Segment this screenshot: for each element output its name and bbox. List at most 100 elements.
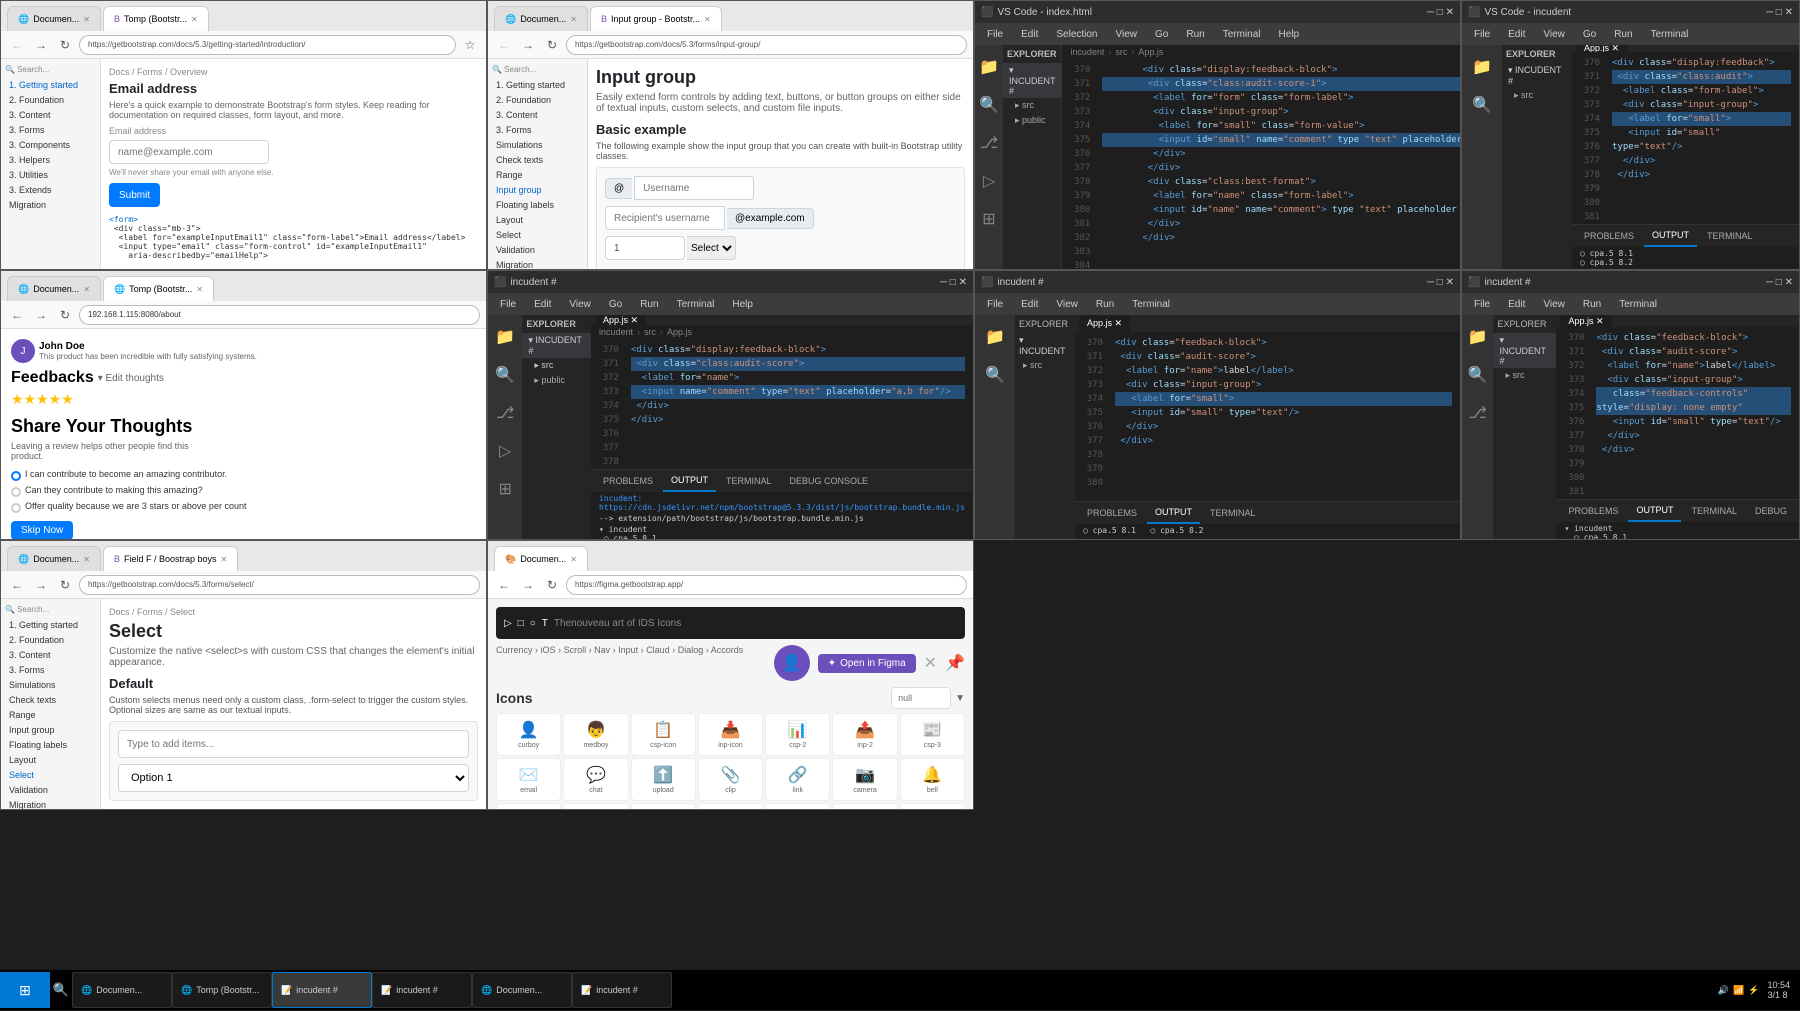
src-folder-2[interactable]: ▸ src [1502, 88, 1572, 103]
figma-tool-4[interactable]: T [542, 618, 548, 629]
tab-document-2[interactable]: 🌐 Documen... ✕ [494, 6, 588, 31]
explorer-icon-4[interactable]: 📁 [981, 323, 1009, 351]
tab-close-9b[interactable]: ✕ [221, 555, 228, 564]
taskbar-item-1[interactable]: 🌐 Documen... [72, 972, 172, 1008]
tray-battery[interactable]: ⚡ [1748, 985, 1759, 996]
tab-select[interactable]: B Field F / Boostrap boys ✕ [103, 546, 238, 571]
s9-range[interactable]: Range [5, 708, 96, 722]
icon-csp[interactable]: 📋csp-icon [631, 713, 696, 756]
sidebar-item-foundation[interactable]: 2. Foundation [5, 93, 96, 107]
menu-file-4[interactable]: File [979, 293, 1011, 315]
search-2[interactable]: 🔍 Search... [492, 65, 583, 74]
extensions-icon-1[interactable]: ⊞ [975, 205, 1003, 233]
menu-run-5[interactable]: Run [1575, 293, 1609, 315]
git-icon-5[interactable]: ⎇ [1464, 399, 1492, 427]
explorer-icon-3[interactable]: 📁 [491, 323, 519, 351]
s9-sim[interactable]: Simulations [5, 678, 96, 692]
tab-doc-5[interactable]: 🌐 Documen... ✕ [7, 276, 101, 301]
sidebar-item-helpers[interactable]: 3. Helpers [5, 153, 96, 167]
s9-select[interactable]: Select [5, 768, 96, 782]
s2-content[interactable]: 3. Content [492, 108, 583, 122]
nav-back-10[interactable]: ← [494, 575, 514, 595]
nav-forward-1[interactable]: → [31, 35, 51, 55]
sidebar-item-getting-started[interactable]: 1. Getting started [5, 78, 96, 92]
menu-edit-5[interactable]: Edit [1500, 293, 1533, 315]
icon-clip[interactable]: 📎clip [698, 758, 763, 801]
icon-csp3[interactable]: 📰csp-3 [900, 713, 965, 756]
tab-close-5b[interactable]: ✕ [196, 285, 203, 294]
icon-inp2[interactable]: 📤inp-2 [832, 713, 897, 756]
tray-sound[interactable]: 🔊 [1718, 985, 1729, 996]
menu-file-3[interactable]: File [492, 293, 524, 315]
select-search-input[interactable] [118, 730, 469, 758]
taskbar-search[interactable]: 🔍 [50, 972, 72, 1008]
select-demo-select[interactable]: Option 1 Option 2 Option 3 [118, 764, 469, 792]
project-item-1[interactable]: ▾ INCUDENT # [1003, 63, 1061, 98]
input-url[interactable] [605, 206, 725, 230]
menu-view-2[interactable]: View [1535, 23, 1573, 45]
debug-icon-1[interactable]: ▷ [975, 167, 1003, 195]
url-bar-10[interactable]: https://figma.getbootstrap.app/ [566, 575, 967, 595]
taskbar-item-3[interactable]: 📝 incudent # [272, 972, 372, 1008]
icon-folder[interactable]: 📁folder [631, 803, 696, 809]
menu-go-3[interactable]: Go [601, 293, 630, 315]
public-folder-1[interactable]: ▸ public [1003, 113, 1061, 128]
tab-close-9[interactable]: ✕ [83, 555, 90, 564]
menu-view-3[interactable]: View [561, 293, 599, 315]
icon-doc[interactable]: 📃doc [765, 803, 830, 809]
nav-forward-10[interactable]: → [518, 575, 538, 595]
url-bar-2[interactable]: https://getbootstrap.com/docs/5.3/forms/… [566, 35, 967, 55]
explorer-icon-2[interactable]: 📁 [1468, 53, 1496, 81]
editor-tab-4[interactable]: App.js ✕ [1079, 315, 1130, 332]
nav-forward-5[interactable]: → [31, 305, 51, 325]
src-4[interactable]: ▸ src [1015, 358, 1075, 373]
debug-icon-3[interactable]: ▷ [491, 437, 519, 465]
search-icon-5[interactable]: 🔍 [1464, 361, 1492, 389]
search-icon-3[interactable]: 🔍 [491, 361, 519, 389]
nav-refresh-1[interactable]: ↻ [55, 35, 75, 55]
figma-tool-3[interactable]: ○ [530, 618, 536, 629]
prob-5-o[interactable]: OUTPUT [1628, 500, 1681, 522]
menu-terminal-4[interactable]: Terminal [1124, 293, 1178, 315]
prob-5-p[interactable]: PROBLEMS [1560, 500, 1626, 522]
src-folder-1[interactable]: ▸ src [1003, 98, 1061, 113]
nav-forward-2[interactable]: → [518, 35, 538, 55]
tab-bootstrap-1[interactable]: B Tomp (Bootstr... ✕ [103, 6, 209, 31]
taskbar-item-5[interactable]: 🌐 Documen... [472, 972, 572, 1008]
icons-filter-icon[interactable]: ▼ [955, 693, 965, 704]
search-9[interactable]: 🔍 Search... [5, 605, 96, 614]
prob-5-d[interactable]: DEBUG [1747, 500, 1795, 522]
s9-content[interactable]: 3. Content [5, 648, 96, 662]
radio-3[interactable] [11, 503, 21, 513]
search-icon-1[interactable]: 🔍 [975, 91, 1003, 119]
s2-input-group[interactable]: Input group [492, 183, 583, 197]
menu-terminal-5[interactable]: Terminal [1611, 293, 1665, 315]
s9-forms[interactable]: 3. Forms [5, 663, 96, 677]
pub-3[interactable]: ▸ public [522, 373, 591, 388]
tab-input-group[interactable]: B Input group - Bootstr... ✕ [590, 6, 722, 31]
menu-help-1[interactable]: Help [1271, 23, 1308, 45]
project-item-2[interactable]: ▾ INCUDENT # [1502, 63, 1572, 88]
s2-getting-started[interactable]: 1. Getting started [492, 78, 583, 92]
select-demo[interactable]: Select [687, 236, 736, 260]
tab-close-2b[interactable]: ✕ [704, 15, 711, 24]
nav-refresh-10[interactable]: ↻ [542, 575, 562, 595]
taskbar-item-2[interactable]: 🌐 Tomp (Bootstr... [172, 972, 272, 1008]
menu-edit-1[interactable]: Edit [1013, 23, 1046, 45]
git-icon-3[interactable]: ⎇ [491, 399, 519, 427]
project-item-3[interactable]: ▾ INCUDENT # [522, 333, 591, 358]
tab-close-1b[interactable]: ✕ [191, 15, 198, 24]
s2-migration[interactable]: Migration [492, 258, 583, 270]
tab-doc-9[interactable]: 🌐 Documen... ✕ [7, 546, 101, 571]
email-input-1[interactable] [109, 140, 269, 164]
sidebar-item-migration[interactable]: Migration [5, 198, 96, 212]
icon-bell[interactable]: 🔔bell [900, 758, 965, 801]
tab-close-2[interactable]: ✕ [570, 15, 577, 24]
menu-file-1[interactable]: File [979, 23, 1011, 45]
s9-mig[interactable]: Migration [5, 798, 96, 810]
sidebar-item-extends[interactable]: 3. Extends [5, 183, 96, 197]
explorer-icon-5[interactable]: 📁 [1464, 323, 1492, 351]
figma-tool-2[interactable]: □ [518, 618, 524, 629]
input-num[interactable] [605, 236, 685, 260]
radio-1[interactable] [11, 471, 21, 481]
